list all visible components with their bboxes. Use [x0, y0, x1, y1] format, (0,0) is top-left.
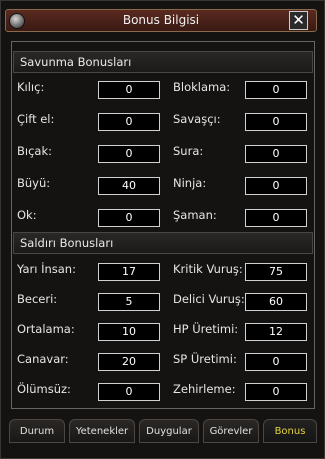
attack-right-label: Delici Vuruş: [173, 292, 245, 306]
attack-right-value: 60 [245, 293, 307, 311]
tab-status[interactable]: Durum [9, 419, 65, 443]
attack-left-label: Canavar: [17, 352, 69, 366]
window-title: Bonus Bilgisi [122, 13, 200, 27]
attack-left-value: 0 [98, 383, 160, 401]
pin-icon [9, 13, 25, 29]
defense-right-value: 0 [245, 145, 307, 163]
defense-right-label: Sura: [173, 144, 204, 158]
defense-left-label: Çift el: [17, 112, 55, 126]
defense-left-label: Kılıç: [17, 80, 45, 94]
attack-left-value: 10 [98, 323, 160, 341]
attack-left-label: Ölümsüz: [17, 382, 71, 396]
defense-section-header: Savunma Bonusları [13, 51, 313, 73]
tab-skills[interactable]: Yetenekler [69, 419, 135, 443]
attack-left-label: Beceri: [17, 292, 58, 306]
bonus-info-window: Bonus Bilgisi ✕ Savunma Bonusları Kılıç:… [0, 0, 325, 459]
attack-right-label: SP Üretimi: [173, 352, 237, 366]
defense-right-label: Bloklama: [173, 80, 231, 94]
attack-right-value: 75 [245, 263, 307, 281]
defense-right-value: 0 [245, 81, 307, 99]
defense-right-value: 0 [245, 113, 307, 131]
tab-bar: Durum Yetenekler Duygular Görevler Bonus [7, 419, 318, 444]
defense-right-label: Savaşçı: [173, 112, 221, 126]
defense-left-label: Ok: [17, 208, 37, 222]
defense-right-label: Şaman: [173, 208, 217, 222]
defense-right-value: 0 [245, 177, 307, 195]
defense-left-value: 0 [98, 145, 160, 163]
defense-left-value: 0 [98, 81, 160, 99]
defense-left-value: 0 [98, 113, 160, 131]
attack-left-value: 20 [98, 353, 160, 371]
attack-left-label: Yarı İnsan: [17, 262, 76, 276]
tab-quests[interactable]: Görevler [203, 419, 259, 443]
attack-section-header: Saldırı Bonusları [13, 232, 313, 254]
attack-right-label: Zehirleme: [173, 382, 236, 396]
defense-left-label: Büyü: [17, 176, 51, 190]
attack-right-value: 0 [245, 353, 307, 371]
attack-right-label: HP Üretimi: [173, 322, 239, 336]
close-button[interactable]: ✕ [289, 11, 308, 30]
defense-left-label: Bıçak: [17, 144, 52, 158]
attack-right-value: 12 [245, 323, 307, 341]
tab-emotions[interactable]: Duygular [139, 419, 199, 443]
tab-bonus[interactable]: Bonus [263, 419, 317, 443]
attack-left-label: Ortalama: [17, 322, 75, 336]
attack-left-value: 5 [98, 293, 160, 311]
attack-right-value: 0 [245, 383, 307, 401]
attack-right-label: Kritik Vuruş: [173, 262, 243, 276]
attack-left-value: 17 [98, 263, 160, 281]
defense-left-value: 0 [98, 209, 160, 227]
defense-right-value: 0 [245, 209, 307, 227]
title-bar[interactable]: Bonus Bilgisi [5, 9, 317, 32]
defense-left-value: 40 [98, 177, 160, 195]
defense-right-label: Ninja: [173, 176, 207, 190]
